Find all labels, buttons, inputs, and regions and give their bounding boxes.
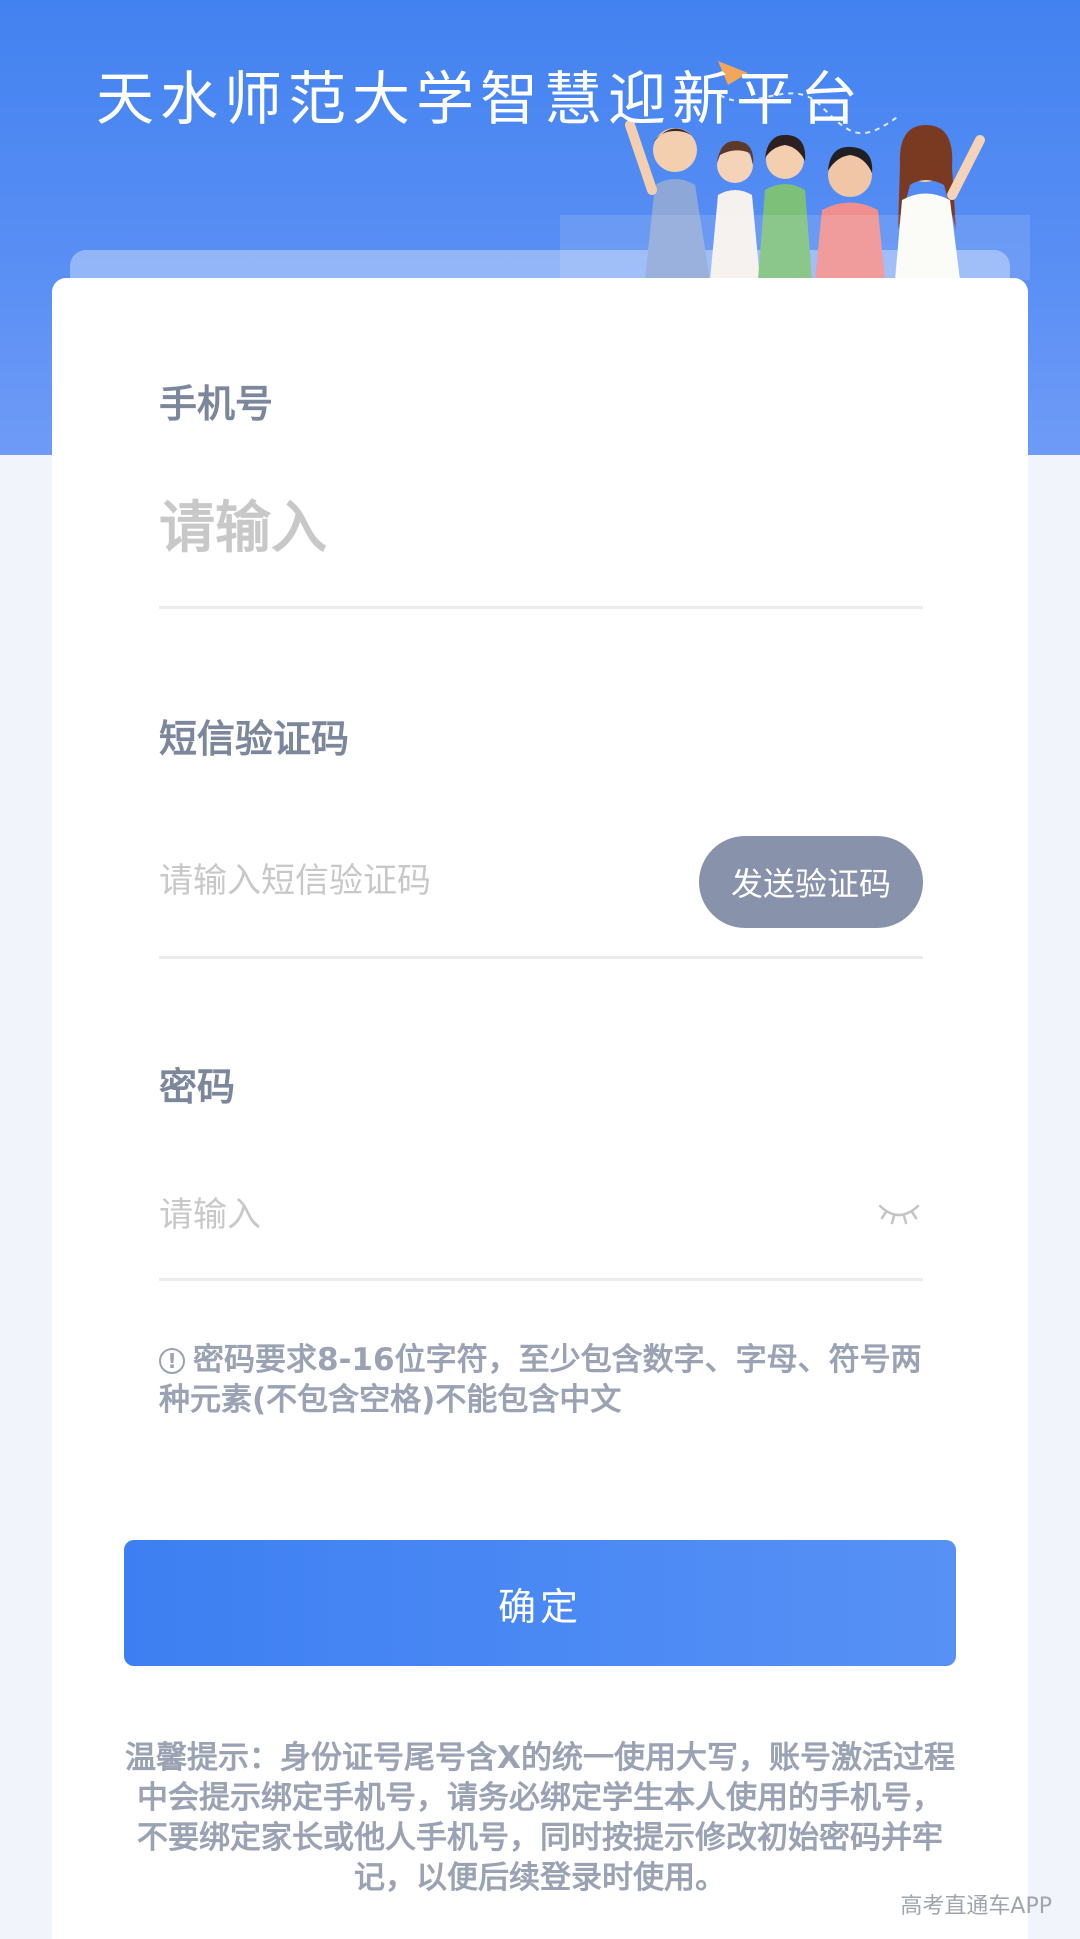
login-form-card: 手机号 短信验证码 发送验证码 密码 !密码要求8-16位字符，至少包含数字、字… xyxy=(52,278,1028,1939)
password-label: 密码 xyxy=(159,1065,236,1109)
password-hint-text: 密码要求8-16位字符，至少包含数字、字母、符号两种元素(不包含空格)不能包含中… xyxy=(159,1342,922,1418)
reminder-tip: 温馨提示：身份证号尾号含X的统一使用大写，账号激活过程中会提示绑定手机号，请务必… xyxy=(125,1740,955,1896)
info-circle-icon: ! xyxy=(159,1348,185,1374)
password-hint: ! 密码要求8-16位字符，至少包含数字、字母、符号两种元素(不包含空格)不能包含… xyxy=(159,1340,929,1420)
sms-code-input[interactable] xyxy=(159,856,679,906)
phone-underline xyxy=(159,606,923,609)
sms-underline xyxy=(159,956,923,959)
eye-closed-icon[interactable] xyxy=(876,1198,922,1228)
confirm-button[interactable]: 确定 xyxy=(124,1540,956,1666)
password-input[interactable] xyxy=(159,1190,839,1240)
send-code-button[interactable]: 发送验证码 xyxy=(699,836,923,928)
watermark: 高考直通车APP xyxy=(900,1894,1052,1919)
app-title: 天水师范大学智慧迎新平台 xyxy=(96,65,865,133)
password-underline xyxy=(159,1278,923,1281)
phone-label: 手机号 xyxy=(159,382,274,426)
phone-input[interactable] xyxy=(159,493,923,563)
sms-code-label: 短信验证码 xyxy=(159,717,350,761)
